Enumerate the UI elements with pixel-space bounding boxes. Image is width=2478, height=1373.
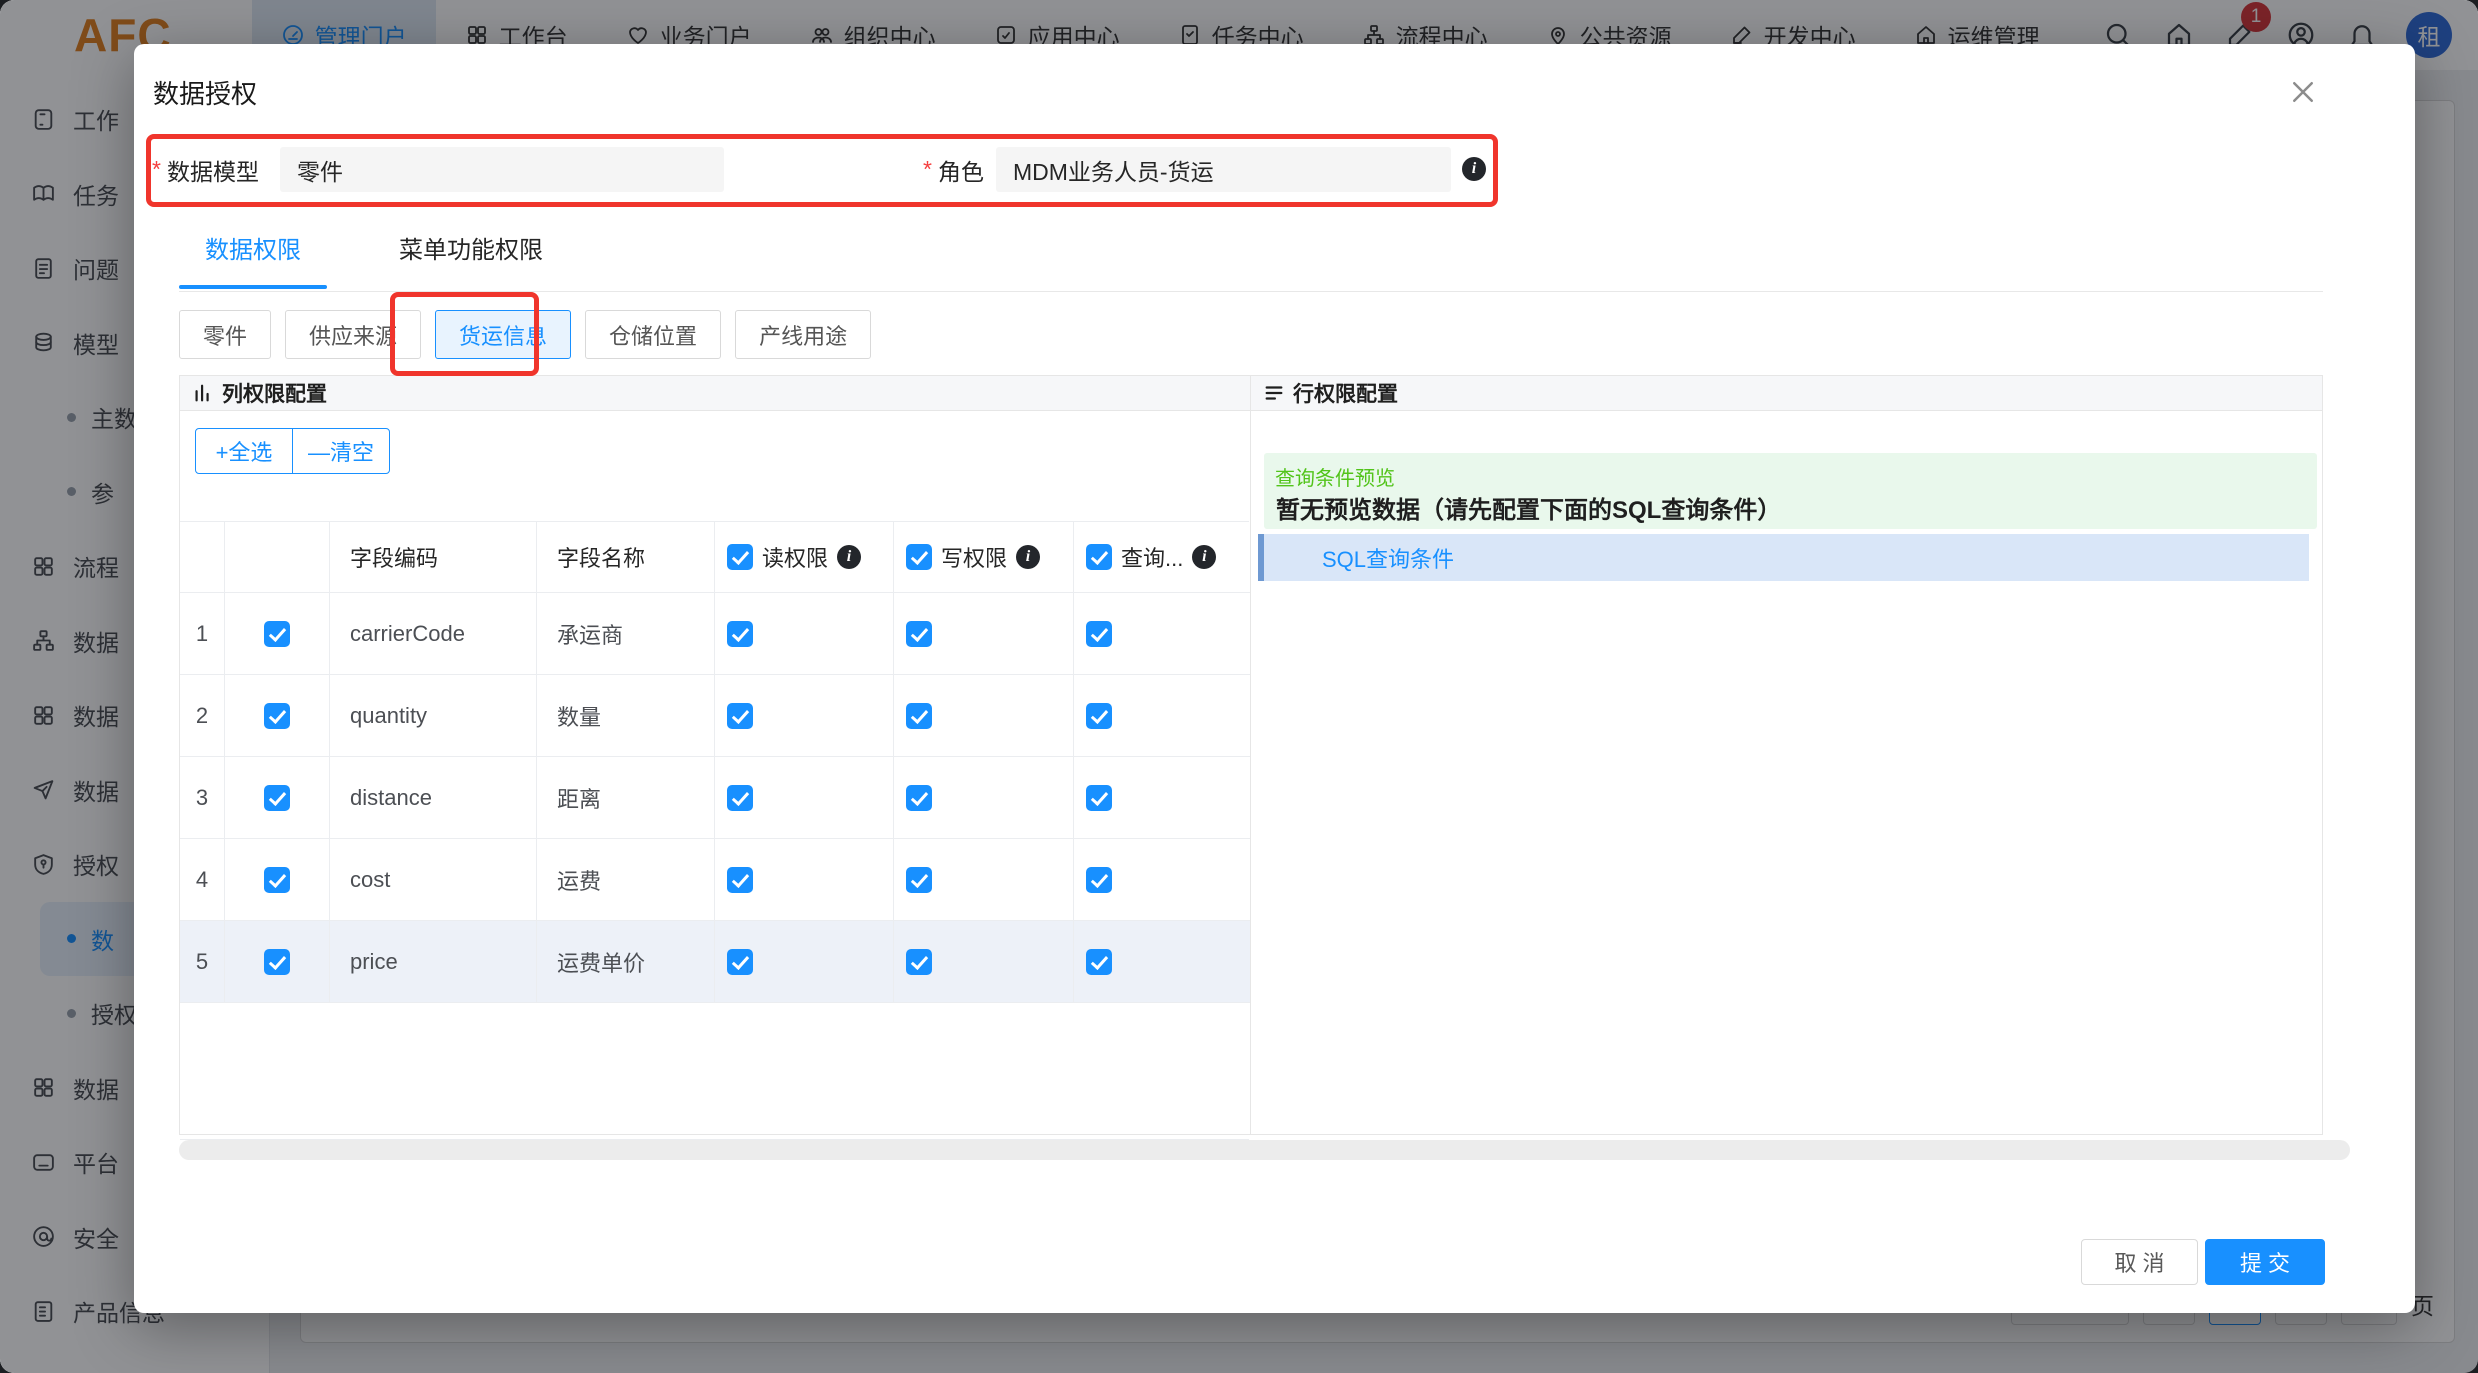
field-name-cell: 承运商	[537, 593, 715, 675]
field-code-cell: price	[330, 921, 537, 1003]
row-panel-body: 查询条件预览 暂无预览数据（请先配置下面的SQL查询条件） SQL查询条件	[1251, 411, 2322, 1134]
col-header-read: 读权限 i	[715, 522, 894, 593]
col-header-query: 查询... i	[1074, 522, 1250, 593]
table-row: 5 price 运费单价	[180, 921, 1250, 1003]
row-select-checkbox[interactable]	[264, 866, 290, 893]
data-authorization-modal: 数据授权 *数据模型 *角色 i 数据权限菜单功能权限 零件供应来源货运信息仓储…	[134, 44, 2415, 1313]
row-index: 5	[180, 921, 225, 1003]
field-name-cell: 数量	[537, 675, 715, 757]
field-name-cell: 距离	[537, 757, 715, 839]
model-label: * 数据模型	[152, 156, 259, 185]
required-mark: *	[923, 156, 932, 182]
field-name-cell: 运费单价	[537, 921, 715, 1003]
subtab[interactable]: 供应来源	[285, 310, 422, 359]
submit-button[interactable]: 提 交	[2205, 1239, 2325, 1285]
row-select-checkbox[interactable]	[264, 702, 290, 729]
field-code-cell: carrierCode	[330, 593, 537, 675]
table-row: 2 quantity 数量	[180, 675, 1250, 757]
read-checkbox[interactable]	[727, 948, 753, 975]
row-select-checkbox[interactable]	[264, 784, 290, 811]
close-icon[interactable]	[2283, 72, 2323, 112]
app-window: AFCe 管理门户工作台业务门户组织中心应用中心任务中心流程中心公共资源开发中心…	[0, 0, 2478, 1373]
role-label: * 角色	[923, 156, 984, 185]
sql-condition-section[interactable]: SQL查询条件	[1258, 534, 2309, 581]
query-info-icon[interactable]: i	[1192, 545, 1217, 569]
subtab[interactable]: 产线用途	[735, 310, 872, 359]
read-checkbox[interactable]	[727, 784, 753, 811]
query-checkbox[interactable]	[1086, 866, 1112, 893]
column-panel-header: 列权限配置	[180, 376, 1250, 411]
write-info-icon[interactable]: i	[1016, 545, 1041, 569]
model-field[interactable]	[280, 147, 724, 192]
table-row: 4 cost 运费	[180, 839, 1250, 921]
row-select-checkbox[interactable]	[264, 620, 290, 647]
role-field[interactable]	[996, 147, 1451, 192]
field-name-cell: 运费	[537, 839, 715, 921]
row-index: 2	[180, 675, 225, 757]
required-mark: *	[152, 156, 161, 182]
col-header-write: 写权限 i	[894, 522, 1074, 593]
subtab[interactable]: 零件	[179, 310, 272, 359]
row-index: 1	[180, 593, 225, 675]
read-checkbox[interactable]	[727, 866, 753, 893]
clear-button[interactable]: —清空	[292, 428, 390, 474]
write-checkbox[interactable]	[906, 620, 932, 647]
row-lines-icon	[1265, 386, 1283, 400]
table-header-row: 字段编码 字段名称 读权限 i 写权限 i 查询... i	[180, 521, 1250, 593]
query-preview-label: 查询条件预览	[1275, 468, 1395, 490]
row-index: 3	[180, 757, 225, 839]
column-table: 字段编码 字段名称 读权限 i 写权限 i 查询... i 1 carrierCode 承运商 2 qu…	[180, 521, 1250, 1003]
query-checkbox[interactable]	[1086, 784, 1112, 811]
query-all-checkbox[interactable]	[1086, 544, 1112, 570]
query-checkbox[interactable]	[1086, 702, 1112, 729]
write-checkbox[interactable]	[906, 866, 932, 893]
query-checkbox[interactable]	[1086, 620, 1112, 647]
row-permission-panel: 行权限配置 查询条件预览 暂无预览数据（请先配置下面的SQL查询条件） SQL查…	[1251, 376, 2322, 1134]
cancel-button[interactable]: 取 消	[2081, 1239, 2198, 1285]
tab[interactable]: 数据权限	[179, 224, 327, 289]
table-row: 3 distance 距离	[180, 757, 1250, 839]
horizontal-scrollbar[interactable]	[179, 1140, 2350, 1160]
write-all-checkbox[interactable]	[906, 544, 932, 570]
row-select-checkbox[interactable]	[264, 948, 290, 975]
field-code-cell: quantity	[330, 675, 537, 757]
table-row: 1 carrierCode 承运商	[180, 593, 1250, 675]
select-all-button[interactable]: +全选	[195, 428, 293, 474]
row-index: 4	[180, 839, 225, 921]
tabs-divider	[179, 291, 2323, 292]
column-permission-panel: 列权限配置 +全选 —清空 字段编码 字段名称 读权限 i 写权限 i 查询... i 1 car…	[180, 376, 1251, 1140]
field-code-cell: cost	[330, 839, 537, 921]
read-checkbox[interactable]	[727, 702, 753, 729]
write-checkbox[interactable]	[906, 784, 932, 811]
read-all-checkbox[interactable]	[727, 544, 753, 570]
query-preview-empty-text: 暂无预览数据（请先配置下面的SQL查询条件）	[1276, 497, 1782, 524]
write-checkbox[interactable]	[906, 702, 932, 729]
entity-subtabs: 零件 供应来源 货运信息 仓储位置 产线用途	[179, 310, 872, 359]
tab[interactable]: 菜单功能权限	[373, 224, 569, 288]
role-info-icon[interactable]: i	[1462, 157, 1486, 181]
query-checkbox[interactable]	[1086, 948, 1112, 975]
query-preview-box: 查询条件预览 暂无预览数据（请先配置下面的SQL查询条件）	[1264, 453, 2317, 529]
modal-title: 数据授权	[153, 79, 258, 109]
column-panel-body: +全选 —清空 字段编码 字段名称 读权限 i 写权限 i 查询... i 1 carrierCo…	[180, 411, 1250, 1140]
subtab[interactable]: 仓储位置	[585, 310, 722, 359]
col-header-name: 字段名称	[537, 522, 715, 593]
row-panel-header: 行权限配置	[1251, 376, 2322, 411]
column-chart-icon	[195, 384, 209, 402]
subtab[interactable]: 货运信息	[435, 310, 572, 359]
read-info-icon[interactable]: i	[837, 545, 862, 569]
permission-panels: 列权限配置 +全选 —清空 字段编码 字段名称 读权限 i 写权限 i 查询... i 1 car…	[179, 375, 2323, 1140]
selection-button-group: +全选 —清空	[195, 428, 390, 474]
read-checkbox[interactable]	[727, 620, 753, 647]
write-checkbox[interactable]	[906, 948, 932, 975]
modal-form-row: *数据模型 *角色 i	[134, 147, 2415, 192]
col-header-code: 字段编码	[330, 522, 537, 593]
field-code-cell: distance	[330, 757, 537, 839]
modal-tabs: 数据权限 菜单功能权限	[179, 224, 569, 289]
